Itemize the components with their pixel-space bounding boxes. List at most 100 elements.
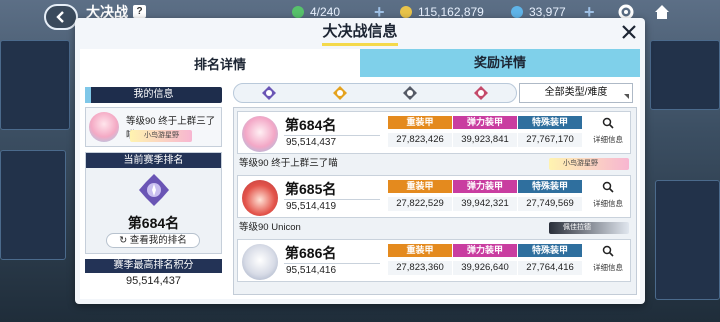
armor-labels: 重装甲 弹力装甲 特殊装甲 [388, 244, 582, 257]
avatar [89, 112, 119, 142]
player-info-line: 等级90 终于上群三了喵 小鸟游星野 [237, 155, 631, 172]
detail-button[interactable]: 详细信息 [589, 116, 627, 145]
namecard-text: 小鸟游星野 [563, 160, 598, 167]
help-icon[interactable]: ? [133, 5, 146, 18]
detail-button[interactable]: 详细信息 [589, 244, 627, 273]
heavy-armor-value: 27,822,529 [388, 197, 452, 211]
crystal-value: 33,977 [529, 5, 566, 19]
elastic-armor-value: 39,923,841 [453, 133, 517, 147]
home-icon[interactable] [652, 2, 672, 22]
rank-emblem-icon [139, 174, 169, 206]
player-avatar[interactable] [242, 116, 278, 152]
close-icon[interactable] [619, 22, 639, 42]
special-armor-value: 27,767,170 [518, 133, 582, 147]
bg-panel [0, 150, 66, 260]
rank-number: 第685名 [285, 181, 337, 197]
elastic-armor-label: 弹力装甲 [453, 116, 517, 129]
title-underline [322, 43, 398, 46]
player-namecard: 佩佳拉德 [549, 222, 629, 234]
armor-values: 27,823,360 39,926,640 27,764,416 [388, 261, 582, 275]
armor-labels: 重装甲 弹力装甲 特殊装甲 [388, 180, 582, 193]
difficulty-torment-icon[interactable] [473, 85, 489, 101]
player-info-line: 等级90 Unicon 佩佳拉德 [237, 219, 631, 236]
crystal-icon [511, 6, 523, 18]
elastic-armor-value: 39,942,321 [453, 197, 517, 211]
best-score-value: 95,514,437 [125, 275, 182, 287]
my-info-panel: 我的信息 等级90 终于上群三了喵 小鸟游星野 当前赛季排名 第684名 ↻ 查… [85, 87, 222, 292]
heavy-armor-label: 重装甲 [388, 116, 452, 129]
season-rank-header: 当前赛季排名 [86, 153, 221, 168]
ranking-content: 我的信息 等级90 终于上群三了喵 小鸟游星野 当前赛季排名 第684名 ↻ 查… [80, 77, 640, 299]
rank-number: 第686名 [285, 245, 337, 261]
modal-tabs: 排名详情 奖励详情 [80, 49, 640, 77]
search-icon [602, 245, 614, 257]
arrow-left-icon [56, 11, 64, 23]
difficulty-insane-icon[interactable] [261, 85, 277, 101]
ranking-card: 第686名 95,514,416 重装甲 弹力装甲 特殊装甲 27,823,36… [237, 239, 631, 282]
special-armor-value: 27,764,416 [518, 261, 582, 275]
ranking-card: 第684名 95,514,437 重装甲 弹力装甲 特殊装甲 27,823,42… [237, 111, 631, 154]
rank-score: 95,514,437 [286, 137, 337, 148]
dropdown-arrow-icon [624, 94, 629, 99]
my-season-rank: 第684名 [127, 215, 180, 231]
heavy-armor-value: 27,823,360 [388, 261, 452, 275]
tab-reward-details[interactable]: 奖励详情 [360, 49, 640, 77]
armor-values: 27,822,529 39,942,321 27,749,569 [388, 197, 582, 211]
special-armor-label: 特殊装甲 [518, 116, 582, 129]
rank-score: 95,514,416 [286, 265, 337, 276]
score-divider [284, 199, 380, 200]
bg-panel [655, 180, 720, 300]
modal-title-text: 大决战信息 [322, 23, 398, 40]
armor-labels: 重装甲 弹力装甲 特殊装甲 [388, 116, 582, 129]
ranking-list[interactable]: 第684名 95,514,437 重装甲 弹力装甲 特殊装甲 27,823,42… [233, 107, 637, 295]
namecard-text: 小鸟游星野 [144, 132, 179, 139]
detail-label: 详细信息 [593, 135, 623, 144]
raid-info-modal: 大决战信息 排名详情 奖励详情 我的信息 等级90 终于上群三了喵 小鸟游星野 … [75, 18, 645, 304]
bg-panel [650, 40, 720, 110]
search-icon [602, 181, 614, 193]
refresh-icon: ↻ [119, 235, 130, 246]
elastic-armor-label: 弹力装甲 [453, 180, 517, 193]
heavy-armor-value: 27,823,426 [388, 133, 452, 147]
player-level-name: 等级90 终于上群三了喵 [239, 158, 338, 169]
stamina-icon [292, 6, 304, 18]
stamina-value: 4/240 [310, 5, 341, 19]
score-divider [284, 135, 380, 136]
view-my-rank-label: 查看我的排名 [129, 235, 187, 246]
player-avatar[interactable] [242, 180, 278, 216]
player-avatar[interactable] [242, 244, 278, 280]
ranking-card: 第685名 95,514,419 重装甲 弹力装甲 特殊装甲 27,822,52… [237, 175, 631, 218]
detail-label: 详细信息 [593, 263, 623, 272]
detail-label: 详细信息 [593, 199, 623, 208]
namecard-text: 佩佳拉德 [563, 224, 591, 231]
heavy-armor-label: 重装甲 [388, 244, 452, 257]
special-armor-label: 特殊装甲 [518, 180, 582, 193]
my-info-card: 等级90 终于上群三了喵 小鸟游星野 [85, 107, 222, 147]
modal-title: 大决战信息 [75, 18, 645, 48]
rank-number: 第684名 [285, 117, 337, 133]
tab-ranking-details[interactable]: 排名详情 [80, 49, 360, 77]
detail-button[interactable]: 详细信息 [589, 180, 627, 209]
best-score-header: 赛季最高排名积分 [85, 259, 222, 273]
armor-values: 27,823,426 39,923,841 27,767,170 [388, 133, 582, 147]
gold-coin-icon [400, 6, 412, 18]
bg-panel [0, 40, 70, 130]
namecard: 小鸟游星野 [130, 130, 192, 142]
player-namecard: 小鸟游星野 [549, 158, 629, 170]
type-difficulty-dropdown[interactable]: 全部类型/难度 [519, 83, 633, 103]
search-icon [602, 117, 614, 129]
gold-value: 115,162,879 [418, 5, 484, 19]
elastic-armor-value: 39,926,640 [453, 261, 517, 275]
heavy-armor-label: 重装甲 [388, 180, 452, 193]
difficulty-hardcore-icon[interactable] [402, 85, 418, 101]
dropdown-label: 全部类型/难度 [544, 87, 608, 98]
elastic-armor-label: 弹力装甲 [453, 244, 517, 257]
score-divider [284, 263, 380, 264]
view-my-rank-button[interactable]: ↻ 查看我的排名 [106, 233, 200, 248]
special-armor-label: 特殊装甲 [518, 244, 582, 257]
player-level-name: 等级90 Unicon [239, 222, 301, 233]
special-armor-value: 27,749,569 [518, 197, 582, 211]
difficulty-filter-bar [233, 83, 517, 103]
difficulty-extreme-icon[interactable] [332, 85, 348, 101]
back-button[interactable] [44, 4, 78, 30]
